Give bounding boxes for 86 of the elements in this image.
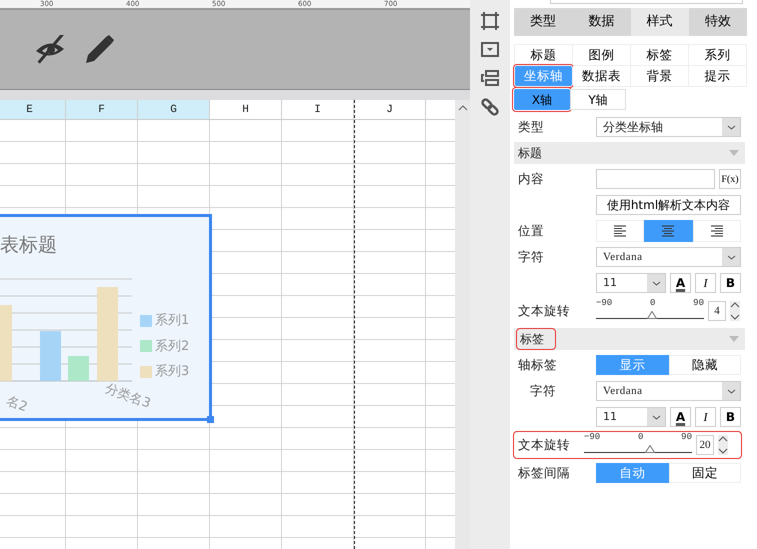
text-input[interactable] — [596, 169, 715, 189]
link-icon[interactable] — [481, 98, 499, 116]
pencil-icon[interactable] — [84, 34, 114, 64]
style-tab[interactable]: 提示 — [689, 66, 746, 86]
chart-title: 表标题 — [0, 233, 57, 258]
caret-icon — [726, 124, 736, 130]
select-field[interactable]: 分类坐标轴 — [596, 117, 741, 137]
spin-up-icon[interactable] — [718, 435, 728, 442]
caret-icon — [652, 280, 660, 286]
column-header[interactable]: E — [0, 100, 66, 119]
slider-thumb[interactable] — [644, 445, 655, 453]
spin-down-icon[interactable] — [730, 314, 740, 321]
style-tab[interactable]: 背景 — [631, 66, 688, 86]
caret-down-icon — [729, 336, 739, 342]
italic-button[interactable]: I — [695, 273, 716, 293]
select-field[interactable]: Verdana — [596, 247, 741, 267]
spin-up-icon[interactable] — [730, 301, 740, 308]
field-label: 文本旋转 — [518, 436, 571, 454]
tick-label: 90 — [693, 298, 704, 308]
scrollbar[interactable] — [455, 100, 470, 549]
toggle-option[interactable]: 固定 — [668, 463, 741, 483]
number-field[interactable]: 20 — [696, 435, 714, 455]
bold-button[interactable]: B — [720, 407, 741, 427]
align-center-icon — [662, 225, 674, 237]
caret-icon — [652, 414, 660, 420]
axis-tab[interactable]: X轴 — [514, 89, 570, 110]
align-left-icon — [614, 225, 626, 237]
field-label: 标签间隔 — [518, 464, 571, 482]
tick-label: 0 — [650, 298, 656, 308]
slider-thumb[interactable] — [647, 311, 658, 319]
panel-tab[interactable]: 样式 — [630, 8, 689, 36]
field-label: 字符 — [518, 248, 545, 266]
caret-icon — [726, 388, 736, 394]
number-field[interactable]: 4 — [708, 301, 726, 321]
chart-bar — [40, 331, 61, 381]
style-tab[interactable]: 数据表 — [573, 66, 630, 86]
select-field[interactable]: Verdana — [596, 381, 741, 401]
section-header[interactable]: 标题 — [514, 142, 745, 164]
caret-icon — [726, 254, 736, 260]
chart-bar — [68, 356, 89, 381]
style-tab[interactable]: 系列 — [689, 45, 746, 65]
style-tab[interactable]: 标题 — [515, 45, 572, 65]
legend-label: 系列3 — [155, 363, 190, 381]
section-header[interactable]: 标签 — [514, 328, 745, 350]
slider-track[interactable] — [584, 443, 692, 453]
tick-label: −90 — [584, 432, 600, 442]
axis-tab[interactable]: Y轴 — [570, 89, 626, 110]
font-size-select[interactable]: 11 — [596, 273, 666, 293]
italic-button[interactable]: I — [695, 407, 716, 427]
spin-down-icon[interactable] — [718, 448, 728, 455]
resize-handle[interactable] — [207, 416, 214, 423]
tick-label: 90 — [681, 432, 692, 442]
legend-label: 系列1 — [155, 312, 190, 330]
style-tab[interactable]: 图例 — [573, 45, 630, 65]
field-label: 字符 — [530, 382, 557, 400]
field-label: 轴标签 — [518, 356, 558, 374]
column-header[interactable]: G — [138, 100, 210, 119]
slider-track[interactable] — [596, 309, 704, 319]
html-parse-button[interactable]: 使用html解析文本内容 — [596, 195, 741, 215]
category-label: 分类名3 — [102, 380, 154, 414]
section-title: 标签 — [518, 330, 554, 348]
field-label: 位置 — [518, 222, 545, 240]
font-size-select[interactable]: 11 — [596, 407, 666, 427]
field-label: 类型 — [518, 118, 545, 136]
column-header[interactable]: F — [66, 100, 138, 119]
formula-button[interactable]: F(x) — [719, 169, 741, 189]
tick-label: 0 — [638, 432, 644, 442]
field-label: 内容 — [518, 170, 545, 188]
color-button[interactable]: A — [670, 407, 691, 427]
field-label: 文本旋转 — [518, 302, 571, 320]
style-tab[interactable]: 标签 — [631, 45, 688, 65]
color-button[interactable]: A — [670, 273, 691, 293]
eye-slash-icon[interactable] — [34, 34, 66, 64]
tick-label: −90 — [596, 298, 612, 308]
toggle-option[interactable]: 隐藏 — [668, 355, 741, 375]
align-right-icon — [710, 225, 723, 237]
layout-icon[interactable] — [481, 70, 499, 86]
frame-icon[interactable] — [481, 12, 499, 30]
section-title: 标题 — [518, 145, 542, 162]
chart-background[interactable]: 表标题 名2 分类名3 系列1 系列2 系列3 — [0, 214, 212, 421]
chevron-up-icon[interactable] — [458, 104, 468, 112]
dropdown-box-icon[interactable] — [481, 42, 499, 58]
legend-label: 系列2 — [155, 338, 190, 356]
category-label: 名2 — [3, 392, 30, 418]
caret-down-icon — [729, 150, 739, 156]
bold-button[interactable]: B — [720, 273, 741, 293]
